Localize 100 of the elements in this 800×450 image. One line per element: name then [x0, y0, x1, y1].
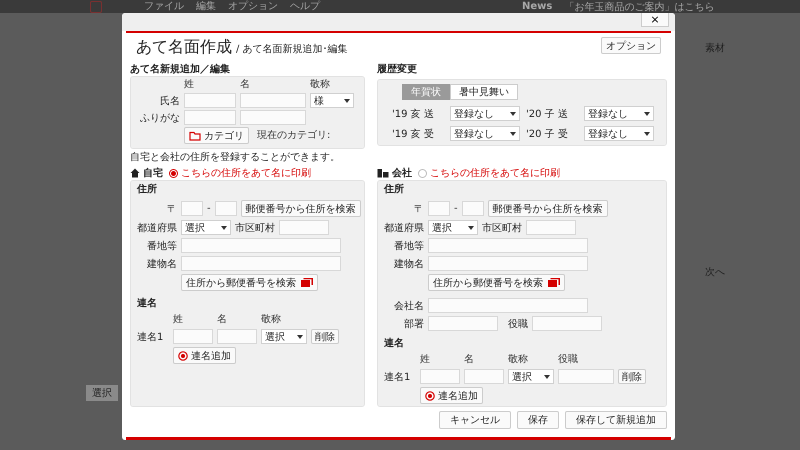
postal-mark: 〒: [166, 202, 177, 216]
history-dropdown[interactable]: 登録なし: [450, 126, 520, 141]
tool-label[interactable]: 選択: [86, 385, 118, 401]
close-button[interactable]: ×: [641, 13, 669, 27]
honorific-dropdown[interactable]: 選択: [261, 329, 307, 344]
city-field[interactable]: [279, 220, 329, 235]
delete-button[interactable]: 削除: [311, 329, 339, 344]
column-label: 名: [464, 354, 475, 366]
menu-item[interactable]: オプション: [228, 0, 278, 12]
radio-button[interactable]: [169, 168, 178, 178]
text-field[interactable]: [464, 369, 504, 384]
position-field[interactable]: [532, 316, 602, 331]
menu-item[interactable]: ファイル: [144, 0, 184, 12]
column-label: 役職: [558, 354, 579, 366]
caret-icon: [644, 132, 650, 136]
column-label: 姓: [420, 354, 431, 366]
building-field[interactable]: [181, 256, 341, 271]
section-heading: あて名新規追加／編集: [130, 63, 231, 76]
text-field[interactable]: [558, 369, 614, 384]
field-label: 都道府県: [137, 222, 177, 234]
company-name-field[interactable]: [428, 298, 588, 313]
street-field[interactable]: [181, 238, 341, 253]
radio-label: こちらの住所をあて名に印刷: [430, 166, 560, 180]
field-label: 建物名: [146, 258, 177, 270]
address-search-button[interactable]: 郵便番号から住所を検索: [240, 200, 361, 217]
caret-icon: [344, 98, 350, 102]
text-field[interactable]: [217, 329, 257, 344]
postal-code-field[interactable]: [462, 201, 484, 216]
footer-button[interactable]: 保存して新規追加: [565, 411, 667, 429]
postal-search-button[interactable]: 住所から郵便番号を検索: [181, 274, 318, 291]
column-label: 姓: [173, 314, 184, 326]
building-icon: [377, 168, 389, 178]
section-heading: 連名: [137, 297, 158, 311]
section-heading: 連名: [384, 337, 405, 351]
text-field[interactable]: [420, 369, 460, 384]
text-field[interactable]: [184, 93, 236, 108]
radio-button[interactable]: [418, 168, 427, 178]
menu-item[interactable]: 編集: [196, 0, 216, 12]
house-icon: [130, 168, 140, 178]
window-icon: [301, 278, 313, 287]
history-dropdown[interactable]: 登録なし: [450, 106, 520, 121]
postal-code-field[interactable]: [214, 201, 237, 216]
postal-mark: 〒: [413, 202, 424, 216]
postal-code-field[interactable]: [181, 201, 203, 216]
address-type-label: 会社: [392, 166, 412, 180]
add-joint-name-button[interactable]: 連名追加: [420, 387, 483, 404]
footer-button[interactable]: キャンセル: [439, 411, 511, 429]
address-search-button[interactable]: 郵便番号から住所を検索: [488, 200, 608, 217]
column-label: 名: [217, 314, 228, 326]
dash-text: -: [207, 202, 211, 214]
caret-icon: [510, 112, 516, 116]
window-icon: [548, 278, 560, 287]
field-label: 市区町村: [482, 222, 522, 234]
tab[interactable]: 暑中見舞い: [450, 84, 518, 100]
department-field[interactable]: [428, 316, 498, 331]
history-label: '19 亥 受: [392, 128, 435, 140]
field-label: 連名1: [384, 370, 412, 384]
text-field[interactable]: [240, 110, 306, 125]
category-button[interactable]: カテゴリ: [184, 127, 249, 144]
history-dropdown[interactable]: 登録なし: [584, 106, 654, 121]
news-label: News: [522, 1, 552, 12]
caret-icon: [510, 132, 516, 136]
honorific-dropdown[interactable]: 選択: [508, 369, 554, 384]
menu-item[interactable]: ヘルプ: [290, 0, 320, 12]
text-field[interactable]: [240, 93, 306, 108]
text-field[interactable]: [173, 329, 213, 344]
dialog-title: あて名面作成: [136, 37, 232, 58]
field-label: 市区町村: [235, 222, 275, 234]
footer-button[interactable]: 保存: [517, 411, 559, 429]
postal-search-button[interactable]: 住所から郵便番号を検索: [428, 274, 565, 291]
caret-icon: [644, 112, 650, 116]
field-label: 部署: [403, 318, 424, 330]
text-field[interactable]: [184, 110, 236, 125]
postal-code-field[interactable]: [428, 201, 450, 216]
column-label: 敬称: [310, 79, 331, 91]
prefecture-dropdown[interactable]: 選択: [181, 220, 231, 235]
address-type-label: 自宅: [143, 166, 163, 180]
option-button[interactable]: オプション: [601, 37, 661, 54]
field-label: 都道府県: [384, 222, 424, 234]
building-field[interactable]: [428, 256, 588, 271]
section-heading: 住所: [137, 183, 158, 197]
section-heading: 住所: [384, 183, 405, 197]
column-label: 姓: [184, 79, 195, 91]
history-label: '20 子 送: [526, 108, 569, 120]
folder-icon: [189, 130, 201, 140]
caret-icon: [221, 226, 227, 230]
prefecture-dropdown[interactable]: 選択: [428, 220, 478, 235]
news-link[interactable]: 「お年玉商品のご案内」はこちら: [564, 0, 714, 14]
city-field[interactable]: [526, 220, 576, 235]
column-label: 名: [240, 79, 251, 91]
honorific-dropdown[interactable]: 様: [310, 93, 354, 108]
field-label: ふりがな: [139, 112, 180, 124]
add-joint-name-button[interactable]: 連名追加: [173, 347, 236, 364]
street-field[interactable]: [428, 238, 588, 253]
history-dropdown[interactable]: 登録なし: [584, 126, 654, 141]
delete-button[interactable]: 削除: [618, 369, 646, 384]
field-label: 氏名: [159, 94, 180, 108]
column-label: 敬称: [508, 354, 529, 366]
category-text: 現在のカテゴリ:: [257, 130, 330, 142]
field-label: 番地等: [393, 240, 424, 252]
